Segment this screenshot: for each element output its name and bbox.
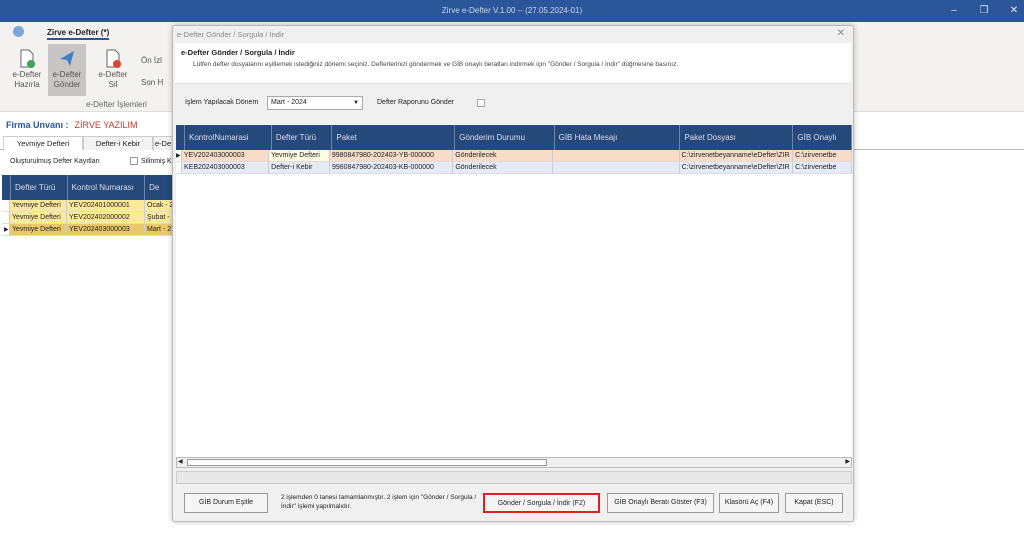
cell: Yevmiye Defteri [10, 224, 67, 236]
app-title: Zirve e-Defter V.1.00 -- (27.05.2024-01) [441, 6, 583, 15]
column-header[interactable]: Defter Türü [11, 175, 68, 200]
document-add-icon [20, 49, 35, 68]
dialog-heading: e-Defter Gönder / Sorgula / İndir [181, 48, 295, 57]
cell [553, 162, 680, 174]
restore-button[interactable]: ❐ [970, 0, 998, 22]
cell: 9980847980-202403-YB-000000 [329, 150, 454, 162]
period-value: Mart - 2024 [271, 99, 307, 106]
minimize-button[interactable]: – [940, 0, 968, 22]
cell: Ocak - 2 [145, 200, 174, 212]
group-label: e-Defter İşlemleri [86, 100, 147, 109]
cell [553, 150, 680, 162]
column-header[interactable]: KontrolNumarasi [185, 125, 272, 150]
column-header[interactable]: Defter Türü [272, 125, 333, 150]
horizontal-scrollbar[interactable]: ◀ ▶ [176, 457, 852, 468]
dialog-title: e-Defter Gönder / Sorgula / İndir [177, 30, 285, 39]
table-row[interactable]: Yevmiye Defteri YEV202402000002 Şubat - [2, 212, 174, 224]
close-button[interactable]: ✕ [1000, 0, 1024, 22]
cell: C:\zirvenetbeyanname\eDefter\ZIR [679, 150, 794, 162]
cell: YEV202403000003 [67, 224, 145, 236]
send-dialog: e-Defter Gönder / Sorgula / İndir ✕ e-De… [172, 25, 854, 522]
table-row[interactable]: ▶ YEV202403000003 Yevmiye Defteri 99808479… [176, 150, 852, 162]
period-select[interactable]: Mart - 2024 ▼ [267, 96, 363, 110]
cell: YEV202401000001 [67, 200, 145, 212]
table-row[interactable]: KEB202403000003 Defter-i Kebir 9980847980-… [176, 162, 852, 174]
deleted-label: Silinmiş Ka [141, 158, 176, 165]
chevron-down-icon: ▼ [353, 100, 359, 106]
column-header[interactable]: Paket [332, 125, 456, 150]
firma-label: Firma Unvanı : [6, 120, 69, 130]
cell: Gönderilecek [453, 162, 554, 174]
cell: C:\zirvenetbe [793, 162, 852, 174]
label: Gönder [53, 80, 81, 89]
last-button[interactable]: Son H [141, 78, 163, 87]
column-header[interactable]: GİB Onaylı [793, 125, 852, 150]
sync-button[interactable]: GİB Durum Eşitle [184, 493, 268, 513]
report-label: Defter Raporunu Gönder [377, 99, 455, 106]
title-bar: Zirve e-Defter V.1.00 -- (27.05.2024-01)… [0, 0, 1024, 22]
tab-kebir[interactable]: Defter-i Kebir [83, 136, 153, 150]
dialog-grid: KontrolNumarasi Defter Türü Paket Gönder… [176, 125, 852, 468]
report-checkbox[interactable] [477, 99, 485, 107]
period-label: İşlem Yapılacak Dönem [185, 99, 259, 106]
scrollbar-thumb[interactable] [187, 459, 547, 466]
table-row[interactable]: Yevmiye Defteri YEV202401000001 Ocak - 2 [2, 200, 174, 212]
cell: KEB202403000003 [181, 162, 270, 174]
ribbon-tab[interactable]: Zirve e-Defter (*) [47, 28, 110, 40]
show-berat-button[interactable]: GİB Onaylı Beratı Göster (F3) [607, 493, 714, 513]
firma-row: Firma Unvanı : ZİRVE YAZILIM [6, 120, 138, 130]
label: Hazırla [14, 80, 40, 89]
column-header[interactable]: Gönderim Durumu [455, 125, 555, 150]
preview-button[interactable]: Ön İzl [141, 56, 162, 65]
dialog-description: Lütfen defter dosyalarını eşitlemek iste… [193, 61, 679, 68]
cell: YEV202402000002 [67, 212, 145, 224]
column-header[interactable]: De [145, 175, 175, 200]
tab-yevmiye[interactable]: Yevmiye Defteri [3, 136, 83, 150]
cell: Gönderilecek [453, 150, 554, 162]
scroll-left-icon[interactable]: ◀ [178, 458, 183, 465]
dialog-close-icon[interactable]: ✕ [837, 28, 845, 39]
label: e-Defter [12, 70, 42, 79]
send-icon [60, 51, 74, 66]
column-header[interactable]: GİB Hata Mesajı [555, 125, 681, 150]
progress-bar [176, 471, 852, 484]
open-folder-button[interactable]: Klasörü Aç (F4) [719, 493, 779, 513]
sil-button[interactable]: e-Defter Sil [94, 44, 132, 96]
cell: C:\zirvenetbe [793, 150, 852, 162]
status-text: 2 işlemden 0 tanesi tamamlanmıştır. 2 iş… [281, 494, 477, 510]
column-header[interactable]: Kontrol Numarası [68, 175, 146, 200]
cell: Yevmiye Defteri [10, 200, 67, 212]
send-query-download-button[interactable]: Gönder / Sorgula / İndir (F2) [483, 493, 600, 513]
gonder-button[interactable]: e-Defter Gönder [48, 44, 86, 96]
left-grid: Defter Türü Kontrol Numarası De Yevmiye De… [2, 175, 175, 236]
cell: C:\zirvenetbeyanname\eDefter\ZIR [679, 162, 794, 174]
label: e-Defter [98, 70, 128, 79]
scroll-right-icon[interactable]: ▶ [845, 458, 850, 465]
cell: Defter-i Kebir [269, 162, 330, 174]
cell: Yevmiye Defteri [269, 150, 330, 162]
tab-other[interactable]: e-De [153, 136, 173, 150]
dialog-header: e-Defter Gönder / Sorgula / İndir Lütfen… [175, 43, 851, 84]
document-delete-icon [106, 49, 121, 68]
cell: YEV202403000003 [181, 150, 270, 162]
label: Sil [108, 80, 118, 89]
table-row[interactable]: ▶ Yevmiye Defteri YEV202403000003 Mart - 2 [2, 224, 174, 236]
section-label: Oluşturulmuş Defter Kayıtları [10, 158, 100, 165]
label: e-Defter [52, 70, 82, 79]
cell: Mart - 2 [145, 224, 174, 236]
cell: Şubat - [145, 212, 174, 224]
deleted-checkbox[interactable] [130, 157, 138, 165]
hazirla-button[interactable]: e-Defter Hazırla [8, 44, 46, 96]
cell: 9980847980-202403-KB-000000 [329, 162, 454, 174]
app-menu-icon[interactable] [13, 26, 24, 37]
close-dialog-button[interactable]: Kapat (ESC) [785, 493, 843, 513]
column-header[interactable]: Paket Dosyası [680, 125, 794, 150]
cell: Yevmiye Defteri [10, 212, 67, 224]
firma-value: ZİRVE YAZILIM [74, 120, 138, 130]
